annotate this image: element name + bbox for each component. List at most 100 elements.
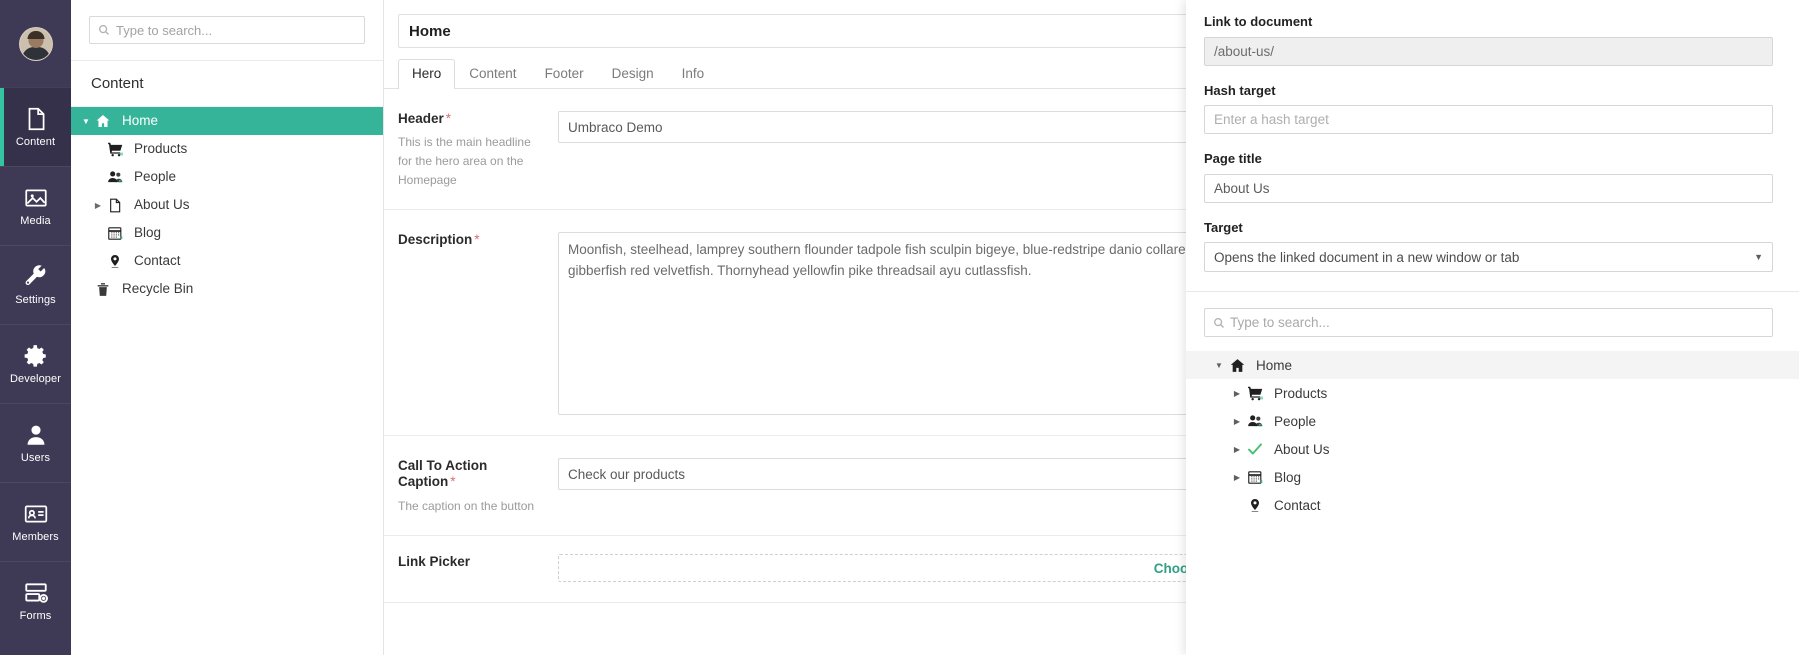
chevron-right-icon[interactable]: ▶ — [1230, 417, 1244, 426]
required-marker: * — [445, 111, 452, 127]
overlay-content-tree: ▼ Home ▶ Products ▶ People ▶ About Us ▶ … — [1186, 351, 1799, 519]
field-label-text: Link Picker — [398, 554, 471, 570]
avatar-body — [21, 46, 50, 60]
rail-item-users[interactable]: Users — [0, 403, 71, 482]
overlay-tree-label: Contact — [1274, 497, 1321, 513]
overlay-tree-node-home[interactable]: ▼ Home — [1186, 351, 1799, 380]
tree-node-label: Blog — [134, 225, 162, 241]
rail-label: Media — [20, 215, 51, 227]
overlay-tree-node-products[interactable]: ▶ Products — [1186, 379, 1799, 407]
link-picker-overlay-panel: Link to document /about-us/ Hash target … — [1186, 0, 1799, 655]
trash-icon — [93, 280, 113, 298]
tree-node-label: Recycle Bin — [122, 281, 194, 297]
rail-item-content[interactable]: Content — [0, 87, 71, 166]
overlay-tree-node-blog[interactable]: ▶ Blog — [1186, 463, 1799, 491]
rail-item-media[interactable]: Media — [0, 166, 71, 245]
document-icon — [105, 196, 125, 214]
page-title-label: Page title — [1204, 151, 1262, 167]
target-group: Target Opens the linked document in a ne… — [1204, 220, 1773, 273]
home-icon — [1226, 356, 1248, 374]
field-label-text: Header — [398, 111, 444, 127]
content-tree: ▼ Home ▶ Produ — [71, 107, 383, 303]
overlay-search-input[interactable]: Type to search... — [1204, 308, 1773, 338]
user-icon — [23, 422, 49, 448]
tree-node-blog[interactable]: ▶ Blog — [71, 219, 383, 247]
overlay-tree-label: Products — [1274, 385, 1328, 401]
chevron-right-icon[interactable]: ▶ — [1230, 445, 1244, 454]
tree-search-row: Type to search... — [71, 0, 383, 61]
tree-node-about-us[interactable]: ▶ About Us — [71, 191, 383, 219]
id-card-icon — [23, 501, 49, 527]
chevron-down-icon: ▼ — [1754, 252, 1763, 263]
hash-target-group: Hash target Enter a hash target — [1204, 83, 1773, 135]
tree-node-label: Products — [134, 141, 188, 157]
search-input[interactable]: Type to search... — [89, 16, 365, 44]
tab-footer[interactable]: Footer — [531, 59, 598, 89]
tab-hero[interactable]: Hero — [398, 59, 456, 91]
rail-item-forms[interactable]: Forms — [0, 561, 71, 640]
chevron-right-icon[interactable]: ▶ — [91, 201, 105, 210]
rail-label: Members — [12, 531, 59, 543]
required-marker: * — [474, 232, 480, 248]
tree-node-label: Contact — [134, 253, 181, 269]
rail-label: Users — [20, 452, 51, 464]
overlay-tree-label: About Us — [1274, 441, 1330, 457]
field-header-name: Header * — [398, 111, 546, 127]
search-icon — [99, 25, 109, 35]
document-icon — [23, 106, 49, 132]
rail-item-developer[interactable]: Developer — [0, 324, 71, 403]
tab-content[interactable]: Content — [455, 59, 530, 89]
search-placeholder: Type to search... — [116, 22, 213, 38]
tree-node-recycle-bin[interactable]: ▶ Recycle Bin — [71, 275, 383, 303]
field-description-label-group: Description * — [398, 232, 558, 415]
chevron-down-icon[interactable]: ▼ — [1212, 361, 1226, 370]
tree-node-home[interactable]: ▼ Home — [71, 107, 383, 135]
rail-item-settings[interactable]: Settings — [0, 245, 71, 324]
chevron-right-icon[interactable]: ▶ — [1230, 389, 1244, 398]
target-selected-value: Opens the linked document in a new windo… — [1214, 249, 1520, 265]
avatar[interactable] — [18, 26, 53, 61]
tree-node-label: Home — [122, 113, 159, 129]
app-navigation-rail: Content Media Settings Developer Users M… — [0, 0, 71, 655]
field-header-label-group: Header * This is the main headline for th… — [398, 111, 558, 189]
tree-node-people[interactable]: ▶ People — [71, 163, 383, 191]
rail-item-members[interactable]: Members — [0, 482, 71, 561]
link-to-document-group: Link to document /about-us/ — [1204, 14, 1773, 66]
hash-target-input[interactable]: Enter a hash target — [1204, 105, 1773, 135]
page-title-input-overlay[interactable]: About Us — [1204, 173, 1773, 203]
chevron-down-icon[interactable]: ▼ — [79, 117, 93, 126]
field-label-text: Call To Action Caption — [398, 458, 488, 490]
tab-info[interactable]: Info — [668, 59, 719, 89]
field-label-text: Description — [398, 232, 473, 248]
field-cta-description: The caption on the button — [398, 498, 535, 513]
overlay-tree-node-contact[interactable]: ▶ Contact — [1186, 491, 1799, 519]
tree-heading: Content — [71, 61, 383, 107]
forms-icon — [23, 580, 49, 606]
overlay-tree-label: People — [1274, 413, 1317, 429]
overlay-tree-label: Home — [1256, 357, 1293, 373]
hash-target-label: Hash target — [1204, 82, 1276, 98]
check-icon — [1244, 440, 1266, 458]
avatar-container[interactable] — [0, 0, 71, 87]
pin-icon — [105, 252, 125, 270]
content-tree-panel: Type to search... Content ▼ Home ▶ — [71, 0, 384, 655]
link-to-document-label: Link to document — [1204, 14, 1313, 29]
overlay-tree-node-about-us[interactable]: ▶ About Us — [1186, 435, 1799, 463]
rail-label: Forms — [19, 610, 52, 622]
link-to-document-input[interactable]: /about-us/ — [1204, 36, 1773, 66]
tree-node-label: About Us — [134, 197, 190, 213]
panel-divider — [1186, 291, 1799, 293]
tab-design[interactable]: Design — [598, 59, 668, 89]
chevron-right-icon[interactable]: ▶ — [1230, 473, 1244, 482]
cart-icon — [105, 140, 125, 158]
overlay-tree-node-people[interactable]: ▶ People — [1186, 407, 1799, 435]
tree-node-contact[interactable]: ▶ Contact — [71, 247, 383, 275]
calendar-icon — [1244, 468, 1266, 486]
wrench-icon — [23, 264, 49, 290]
field-header-description: This is the main headline for the hero a… — [398, 135, 531, 187]
hash-target-placeholder: Enter a hash target — [1214, 112, 1329, 128]
target-label: Target — [1204, 219, 1243, 235]
people-icon — [105, 168, 125, 186]
tree-node-products[interactable]: ▶ Products — [71, 135, 383, 163]
target-select[interactable]: Opens the linked document in a new windo… — [1204, 242, 1773, 273]
